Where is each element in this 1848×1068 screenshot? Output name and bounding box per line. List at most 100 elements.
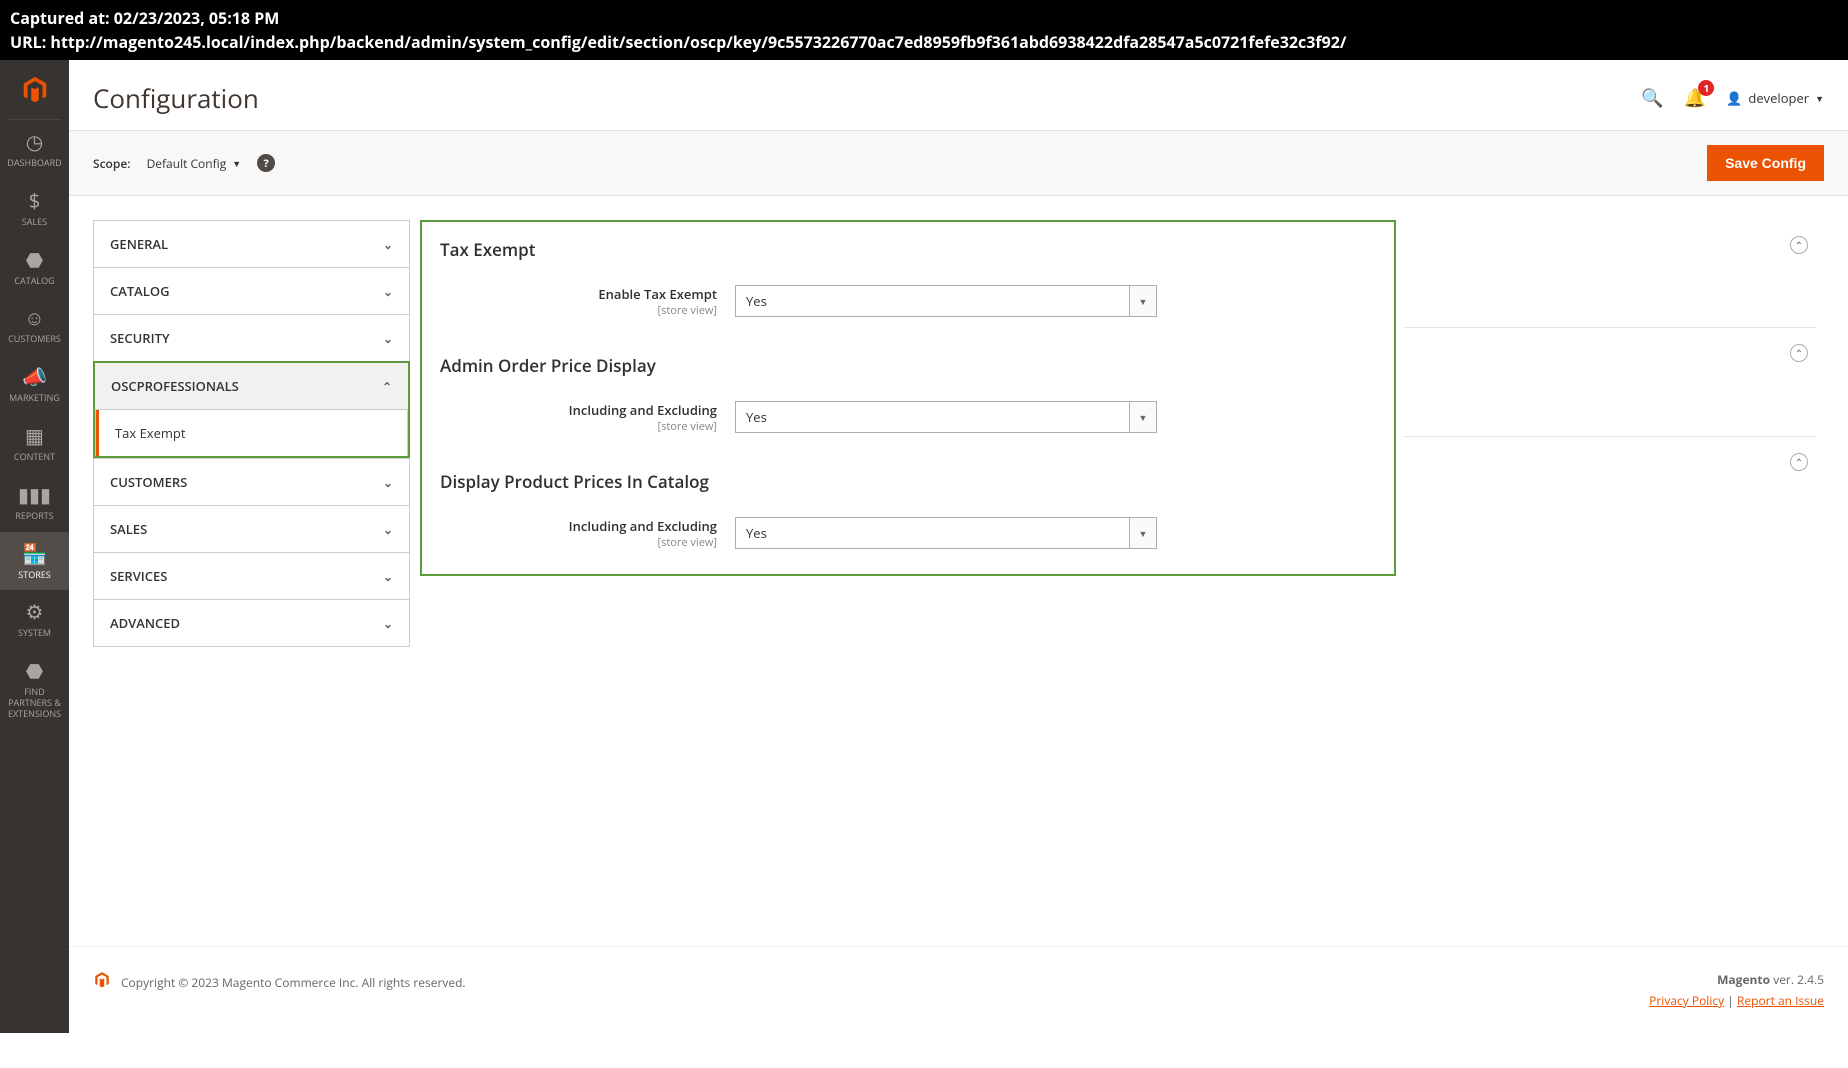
admin-nav: ◷DASHBOARD $SALES ⬣ CATALOG ☺CUSTOMERS 📣M… (0, 60, 69, 1033)
tab-label: SERVICES (110, 567, 167, 585)
config-tab-general[interactable]: GENERAL⌄ (93, 220, 410, 267)
help-icon[interactable]: ? (257, 154, 275, 172)
nav-dashboard[interactable]: ◷DASHBOARD (0, 120, 69, 179)
chevron-down-icon: ⌄ (383, 568, 393, 585)
magento-logo-icon (93, 971, 111, 993)
section-header[interactable]: Admin Order Price Display (440, 338, 1376, 393)
nav-partners[interactable]: ⬣ FIND PARTNERS & EXTENSIONS (0, 649, 69, 729)
field-label: Enable Tax Exempt [store view] (440, 285, 735, 318)
select-value: Yes (736, 286, 1129, 316)
select-value: Yes (736, 518, 1129, 548)
config-tabs: GENERAL⌄ CATALOG⌄ SECURITY⌄ OSCPROFESSIO… (93, 220, 410, 922)
section-header[interactable]: Tax Exempt (440, 222, 1376, 277)
copyright-text: Copyright © 2023 Magento Commerce Inc. A… (121, 974, 466, 991)
capture-url: http://magento245.local/index.php/backen… (50, 31, 1346, 53)
catalog-price-including-excluding-select[interactable]: Yes ▼ (735, 517, 1157, 549)
tab-label: CUSTOMERS (110, 473, 187, 491)
puzzle-icon: ⬣ (26, 659, 43, 683)
scope-selector[interactable]: Default Config ▼ (147, 155, 242, 172)
version-label: Magento (1717, 971, 1770, 988)
page-header: Configuration 🔍 🔔1 👤 developer ▼ (69, 60, 1848, 130)
admin-price-including-excluding-select[interactable]: Yes ▼ (735, 401, 1157, 433)
config-tab-services[interactable]: SERVICES ⌄ (93, 552, 410, 599)
scope-bar: Scope: Default Config ▼ ? Save Config (69, 130, 1848, 196)
nav-customers[interactable]: ☺CUSTOMERS (0, 296, 69, 355)
field-label-text: Including and Excluding (569, 401, 717, 419)
config-tab-oscprofessionals[interactable]: OSCPROFESSIONALS⌃ (95, 363, 408, 410)
page-title: Configuration (93, 80, 259, 116)
tab-label: GENERAL (110, 235, 168, 253)
bars-icon: ▮▮▮ (18, 483, 51, 507)
dollar-icon: $ (29, 189, 40, 213)
config-tab-sales[interactable]: SALES ⌄ (93, 505, 410, 552)
config-field-row: Including and Excluding [store view] Yes… (440, 393, 1376, 454)
version-value: ver. 2.4.5 (1770, 971, 1824, 988)
magento-logo[interactable] (8, 60, 61, 120)
enable-tax-exempt-select[interactable]: Yes ▼ (735, 285, 1157, 317)
chevron-down-icon: ▼ (1129, 286, 1156, 316)
store-icon: 🏪 (22, 542, 47, 566)
field-scope: [store view] (440, 303, 717, 318)
chevron-down-icon: ▼ (1815, 92, 1824, 105)
config-tab-security[interactable]: SECURITY ⌄ (93, 314, 410, 361)
chevron-down-icon: ⌄ (383, 330, 393, 347)
config-tab-customers[interactable]: CUSTOMERS ⌄ (93, 458, 410, 505)
config-subitem-tax-exempt[interactable]: Tax Exempt (96, 410, 407, 456)
nav-catalog[interactable]: ⬣ CATALOG (0, 238, 69, 297)
user-menu[interactable]: 👤 developer ▼ (1726, 89, 1824, 107)
config-section-admin-price: Admin Order Price Display Including and … (422, 338, 1394, 454)
tab-label: CATALOG (110, 282, 170, 300)
separator: | (1724, 992, 1737, 1009)
section-title: Admin Order Price Display (440, 354, 656, 377)
section-title: Display Product Prices In Catalog (440, 470, 709, 493)
chevron-down-icon: ⌄ (383, 521, 393, 538)
collapse-icon[interactable]: ⌃ (1790, 453, 1808, 471)
notifications-icon[interactable]: 🔔1 (1684, 86, 1706, 110)
config-section-catalog-price: Display Product Prices In Catalog Includ… (422, 454, 1394, 554)
nav-label: FIND PARTNERS & EXTENSIONS (4, 687, 65, 719)
nav-system[interactable]: ⚙SYSTEM (0, 590, 69, 649)
field-label: Including and Excluding [store view] (440, 517, 735, 550)
chevron-down-icon: ⌄ (383, 474, 393, 491)
section-header[interactable]: Display Product Prices In Catalog (440, 454, 1376, 509)
footer: Copyright © 2023 Magento Commerce Inc. A… (69, 946, 1848, 1033)
nav-label: DASHBOARD (7, 158, 61, 169)
tab-label: SECURITY (110, 329, 170, 347)
megaphone-icon: 📣 (22, 365, 47, 389)
privacy-policy-link[interactable]: Privacy Policy (1649, 992, 1724, 1009)
nav-reports[interactable]: ▮▮▮ REPORTS (0, 473, 69, 532)
nav-label: REPORTS (15, 511, 53, 522)
nav-label: SYSTEM (18, 628, 51, 639)
collapse-icon[interactable]: ⌃ (1790, 236, 1808, 254)
person-icon: ☺ (24, 306, 44, 330)
scope-label: Scope: (93, 155, 131, 172)
tab-label: ADVANCED (110, 614, 180, 632)
chevron-up-icon: ⌃ (382, 378, 392, 395)
nav-label: STORES (18, 570, 50, 581)
chevron-down-icon: ▼ (1129, 402, 1156, 432)
config-tab-catalog[interactable]: CATALOG⌄ (93, 267, 410, 314)
nav-marketing[interactable]: 📣MARKETING (0, 355, 69, 414)
capture-timestamp: 02/23/2023, 05:18 PM (114, 7, 280, 29)
nav-content[interactable]: ▦CONTENT (0, 414, 69, 473)
user-icon: 👤 (1726, 89, 1742, 107)
collapse-icon[interactable]: ⌃ (1790, 344, 1808, 362)
nav-sales[interactable]: $SALES (0, 179, 69, 238)
config-tab-advanced[interactable]: ADVANCED⌄ (93, 599, 410, 647)
config-field-row: Enable Tax Exempt [store view] Yes ▼ (440, 277, 1376, 338)
field-scope: [store view] (440, 419, 717, 434)
nav-label: CONTENT (14, 452, 55, 463)
box-icon: ⬣ (26, 248, 43, 272)
config-content: Tax Exempt Enable Tax Exempt [store view… (420, 220, 1824, 922)
chevron-down-icon: ▼ (232, 157, 241, 170)
nav-stores[interactable]: 🏪 STORES (0, 532, 69, 591)
notification-count: 1 (1698, 80, 1714, 96)
tab-label: SALES (110, 520, 147, 538)
field-scope: [store view] (440, 535, 717, 550)
search-icon[interactable]: 🔍 (1641, 86, 1663, 110)
report-issue-link[interactable]: Report an Issue (1737, 992, 1824, 1009)
nav-label: CATALOG (14, 276, 54, 287)
save-config-button[interactable]: Save Config (1707, 145, 1824, 181)
config-section-tax-exempt: Tax Exempt Enable Tax Exempt [store view… (422, 222, 1394, 338)
capture-bar: Captured at: 02/23/2023, 05:18 PM URL: h… (0, 0, 1848, 60)
